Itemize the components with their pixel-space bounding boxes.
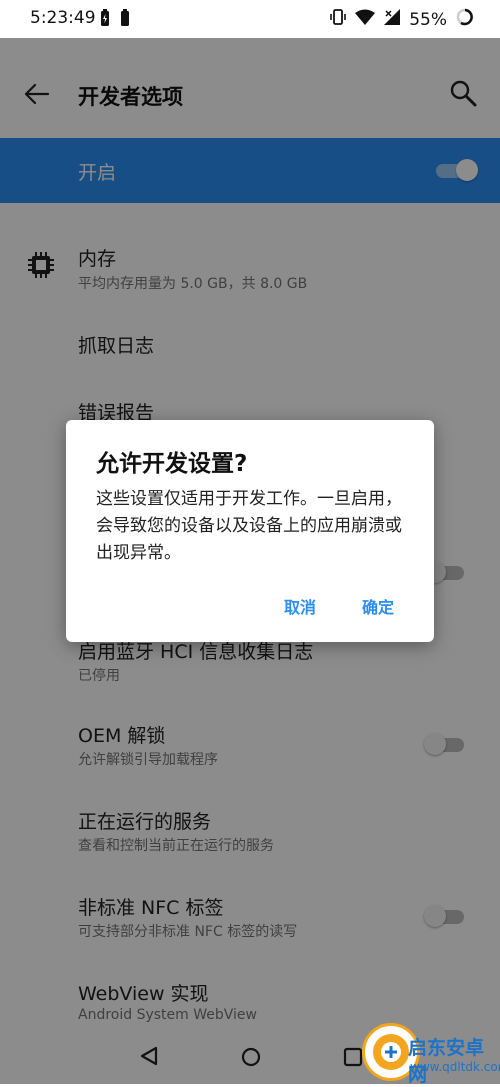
confirm-button[interactable]: 确定 bbox=[362, 594, 394, 618]
watermark-url: www.qdltdk.com bbox=[410, 1060, 500, 1074]
status-time: 5:23:49 bbox=[30, 8, 96, 28]
battery-icon bbox=[120, 9, 130, 31]
battery-charging-icon bbox=[100, 9, 110, 31]
cell-signal-icon bbox=[384, 9, 401, 30]
battery-ring-icon bbox=[456, 8, 474, 31]
cancel-button[interactable]: 取消 bbox=[284, 594, 316, 618]
dialog-title: 允许开发设置? bbox=[96, 451, 248, 477]
watermark: 启东安卓网 www.qdltdk.com bbox=[362, 1005, 500, 1086]
enable-developer-settings-dialog: 允许开发设置? 这些设置仅适用于开发工作。一旦启用，会导致您的设备以及设备上的应… bbox=[66, 420, 434, 642]
vibrate-icon bbox=[330, 8, 347, 31]
battery-percent: 55% bbox=[409, 9, 447, 30]
wifi-icon bbox=[355, 9, 376, 30]
status-bar: 5:23:49 55% bbox=[0, 0, 500, 38]
status-notification-icons bbox=[100, 9, 130, 31]
status-system-icons: 55% bbox=[330, 8, 474, 31]
dialog-message: 这些设置仅适用于开发工作。一旦启用，会导致您的设备以及设备上的应用崩溃或出现异常… bbox=[96, 489, 402, 563]
